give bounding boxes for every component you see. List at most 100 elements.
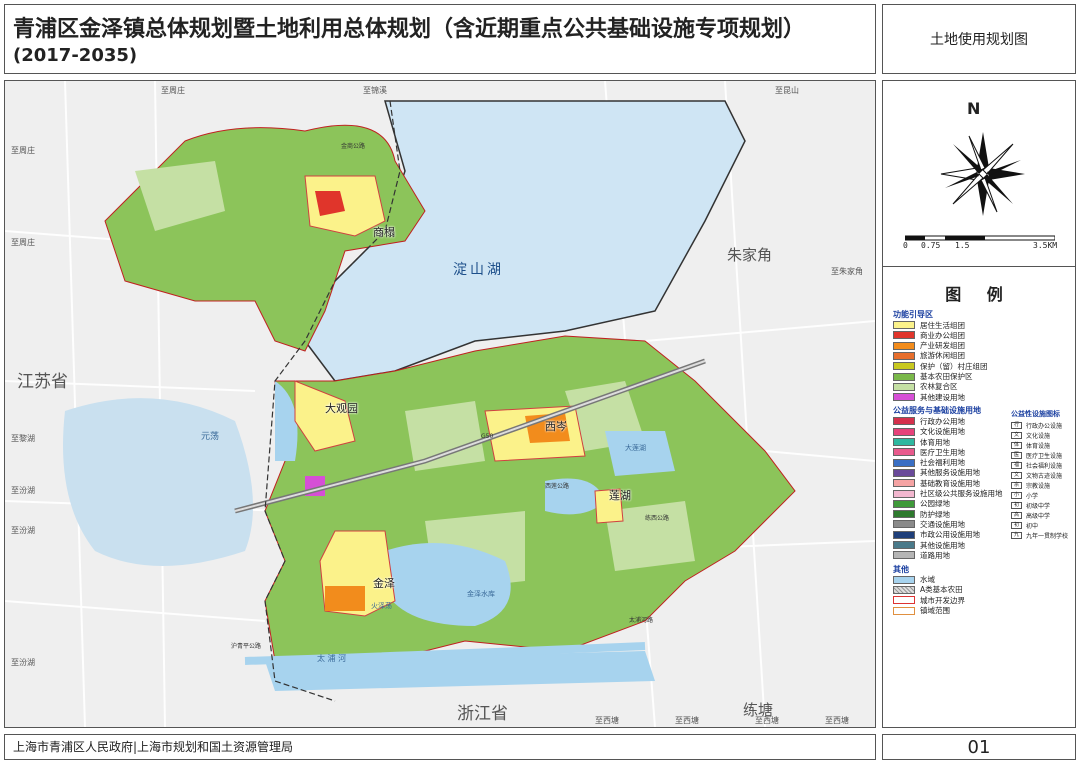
legend-item: 交通设施用地 [893,519,965,529]
legend-item: 水域 [893,575,935,585]
legend-swatch [893,520,915,529]
side-panel: N 0 0.75 1.5 3.5KM 图 例 功能引导区 居住生活组团 商业办公… [882,80,1076,728]
facility-label: 宗教设施 [1026,483,1051,490]
water-label-taipu: 太 浦 河 [317,654,347,663]
facility-icon: 小 [1011,492,1022,499]
legend-swatch [893,479,915,488]
legend-swatch [893,321,915,329]
facility-legend-heading: 公益性设施图标 [1011,410,1060,418]
edge-label-xitang2: 至西塘 [675,716,699,725]
facility-item: 行行政办公设施 [1011,421,1062,430]
facility-label: 文物古迹设施 [1026,473,1063,480]
legend-swatch [893,510,915,519]
legend-label: 镇域范围 [920,606,950,615]
facility-icon: 体 [1011,442,1022,449]
edge-label-xitang4: 至西塘 [825,716,849,725]
legend-title: 图 例 [945,285,1013,304]
legend-item: 防护绿地 [893,509,950,519]
legend-item: 其他服务设施用地 [893,468,980,478]
facility-item: 宗宗教设施 [1011,481,1050,490]
legend-swatch [893,341,915,350]
legend-item: 体育用地 [893,437,950,447]
legend-swatch [893,499,915,508]
edge-label-xitang3: 至西塘 [755,716,779,725]
map-title: 青浦区金泽镇总体规划暨土地利用总体规划（含近期重点公共基础设施专项规划） [13,17,806,42]
scale-label-35km: 3.5KM [1033,241,1058,250]
legend-section-heading: 功能引导区 [893,310,933,319]
legend-item: 公园绿地 [893,499,950,509]
facility-item: 小小学 [1011,491,1038,500]
scale-label-0: 0 [903,241,908,250]
legend-item: 基础教育设施用地 [893,478,980,488]
legend-swatch [893,427,915,436]
legend-label: 其他建设用地 [920,392,965,402]
legend-swatch [893,458,915,467]
facility-label: 高级中学 [1026,513,1051,520]
legend-item: 其他建设用地 [893,392,965,402]
facility-item: 文文物古迹设施 [1011,471,1062,480]
map-canvas [5,81,875,727]
edge-label-dianshan: 至昆山 [775,86,799,95]
yuandang-lake-area [63,398,253,566]
legend-swatch [893,551,915,560]
footer-authority: 上海市青浦区人民政府|上海市规划和国土资源管理局 [4,734,876,760]
legend-item: 保护（留）村庄组团 [893,361,988,371]
road-label-hu-qing-ping: 沪青平公路 [231,643,262,650]
edge-label-zhouzhuang-left: 至周庄 [11,146,35,155]
region-label-zhejiang: 浙江省 [457,704,508,724]
road-label-g50: G50 [481,433,494,440]
legend-item: 行政办公用地 [893,416,965,426]
land-use-map[interactable]: 江苏省 浙江省 淀山湖 朱家角 练塘 商榻 大观园 西岑 莲湖 金泽 元荡 金泽… [4,80,876,728]
legend-item: A类基本农田 [893,585,963,595]
legend-item: 其他设施用地 [893,540,965,550]
facility-icon: 初 [1011,502,1022,509]
water-label-huoxiang: 火泽荡 [371,602,392,610]
region-label-zhujiajiao: 朱家角 [727,246,773,264]
town-label-daguanyuan: 大观园 [325,402,358,415]
legend-swatch [893,606,915,615]
legend-section-heading: 公益服务与基础设施用地 [893,406,981,416]
legend-swatch [893,417,915,426]
legend-item: 镇域范围 [893,606,950,616]
water-label-dalian: 大莲湖 [625,444,646,452]
legend-swatch [893,575,915,584]
facility-icon: 宗 [1011,482,1022,489]
jinze-industry [325,586,365,611]
water-label-jinze-reservoir: 金泽水库 [467,590,495,598]
legend-item: 医疗卫生用地 [893,447,965,457]
facility-item: 九九年一贯制学校 [1011,531,1068,540]
legend-item: 城市开发边界 [893,595,965,605]
legend-panel: 图 例 功能引导区 居住生活组团 商业办公组团 产业研发组团 旅游休闲组团 保护（留）村庄… [883,267,1075,727]
town-label-jinze: 金泽 [373,577,395,590]
facility-icon: 福 [1011,462,1022,469]
facility-icon: 文 [1011,432,1022,439]
map-type-label: 土地使用规划图 [882,4,1076,74]
facility-item: 高高级中学 [1011,511,1050,520]
edge-label-lihu: 至黎湖 [11,434,35,443]
facility-item: 体体育设施 [1011,441,1050,450]
legend-swatch [893,585,915,594]
edge-label-zhujiajiao: 至朱家角 [831,267,863,276]
compass-rose-icon [940,132,1025,216]
scale-label-075: 0.75 [921,241,941,250]
legend-label: 道路用地 [920,550,950,560]
page-number: 01 [882,734,1076,760]
legend-swatch [893,530,915,539]
scale-label-15: 1.5 [955,241,970,250]
edge-label-fenhu3: 至汾湖 [11,658,35,667]
legend-swatch [893,468,915,477]
legend-item: 文化设施用地 [893,427,965,437]
facility-icon: 行 [1011,422,1022,429]
edge-label-xitang1: 至西塘 [595,716,619,725]
legend-swatch [893,448,915,457]
legend-item: 农林复合区 [893,382,958,392]
facility-label: 九年一贯制学校 [1026,533,1069,540]
edge-label-zhouzhuang-top: 至周庄 [161,86,185,95]
facility-item: 医医疗卫生设施 [1011,451,1062,460]
lake-label-dianshan: 淀山湖 [453,262,504,278]
legend-item: 产业研发组团 [893,341,965,351]
facility-icon: 文 [1011,472,1022,479]
facility-label: 体育设施 [1026,443,1051,450]
legend-item: 居住生活组团 [893,320,965,330]
town-label-shangta: 商榻 [373,226,395,239]
